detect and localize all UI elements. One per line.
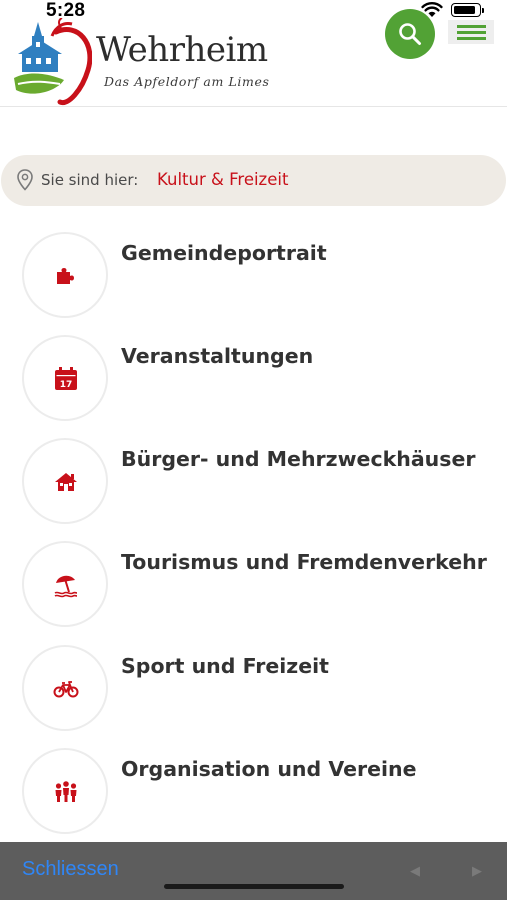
- icon-circle: [22, 232, 108, 318]
- logo-icon[interactable]: [12, 18, 92, 106]
- battery-icon: [451, 3, 484, 17]
- back-arrow-icon[interactable]: ◀: [410, 864, 420, 879]
- menu-line: [457, 37, 486, 40]
- calendar-icon: 17: [55, 367, 77, 390]
- breadcrumb-current[interactable]: Kultur & Freizeit: [157, 170, 288, 189]
- header-divider: [0, 106, 507, 107]
- menu-item-sport[interactable]: Sport und Freizeit: [0, 645, 507, 745]
- icon-circle: [22, 438, 108, 524]
- breadcrumb-label: Sie sind hier:: [41, 171, 139, 189]
- app-screen: 5:28 Wehrheim Das Apfeldorf am Limes Sie…: [0, 0, 507, 900]
- menu-item-veranstaltungen[interactable]: 17 Veranstaltungen: [0, 335, 507, 435]
- icon-circle: [22, 748, 108, 834]
- menu-item-gemeindeportrait[interactable]: Gemeindeportrait: [0, 232, 507, 332]
- breadcrumb: Sie sind hier: Kultur & Freizeit: [1, 155, 506, 206]
- house-icon: [55, 473, 77, 491]
- icon-circle: [22, 645, 108, 731]
- hamburger-menu-button[interactable]: [448, 20, 494, 44]
- menu-line: [457, 31, 486, 34]
- menu-item-vereine[interactable]: Organisation und Vereine: [0, 748, 507, 848]
- icon-circle: 17: [22, 335, 108, 421]
- location-pin-icon: [17, 169, 33, 191]
- beach-umbrella-icon: [54, 575, 78, 598]
- puzzle-icon: [57, 268, 74, 284]
- forward-arrow-icon[interactable]: ▶: [472, 864, 482, 879]
- menu-item-buergerhaeuser[interactable]: Bürger- und Mehrzweckhäuser: [0, 438, 507, 538]
- bottom-toolbar: Schliessen ◀ ▶: [0, 842, 507, 900]
- menu-item-tourismus[interactable]: Tourismus und Fremdenverkehr: [0, 541, 507, 641]
- brand-name: Wehrheim: [96, 30, 268, 70]
- menu-item-title: Sport und Freizeit: [121, 654, 329, 678]
- signal-icon: [393, 3, 413, 18]
- calendar-day: 17: [60, 380, 73, 390]
- menu-item-title: Organisation und Vereine: [121, 757, 417, 781]
- menu-item-title: Tourismus und Fremdenverkehr: [121, 550, 487, 574]
- bicycle-icon: [53, 681, 79, 698]
- icon-circle: [22, 541, 108, 627]
- brand-tagline: Das Apfeldorf am Limes: [104, 74, 270, 89]
- menu-item-title: Veranstaltungen: [121, 344, 314, 368]
- people-icon: [55, 781, 77, 802]
- home-indicator[interactable]: [164, 884, 344, 889]
- menu-item-title: Gemeindeportrait: [121, 241, 327, 265]
- close-button[interactable]: Schliessen: [22, 858, 119, 881]
- menu-item-title: Bürger- und Mehrzweckhäuser: [121, 447, 476, 471]
- menu-line: [457, 25, 486, 28]
- search-button[interactable]: [385, 9, 435, 59]
- search-icon: [399, 23, 421, 45]
